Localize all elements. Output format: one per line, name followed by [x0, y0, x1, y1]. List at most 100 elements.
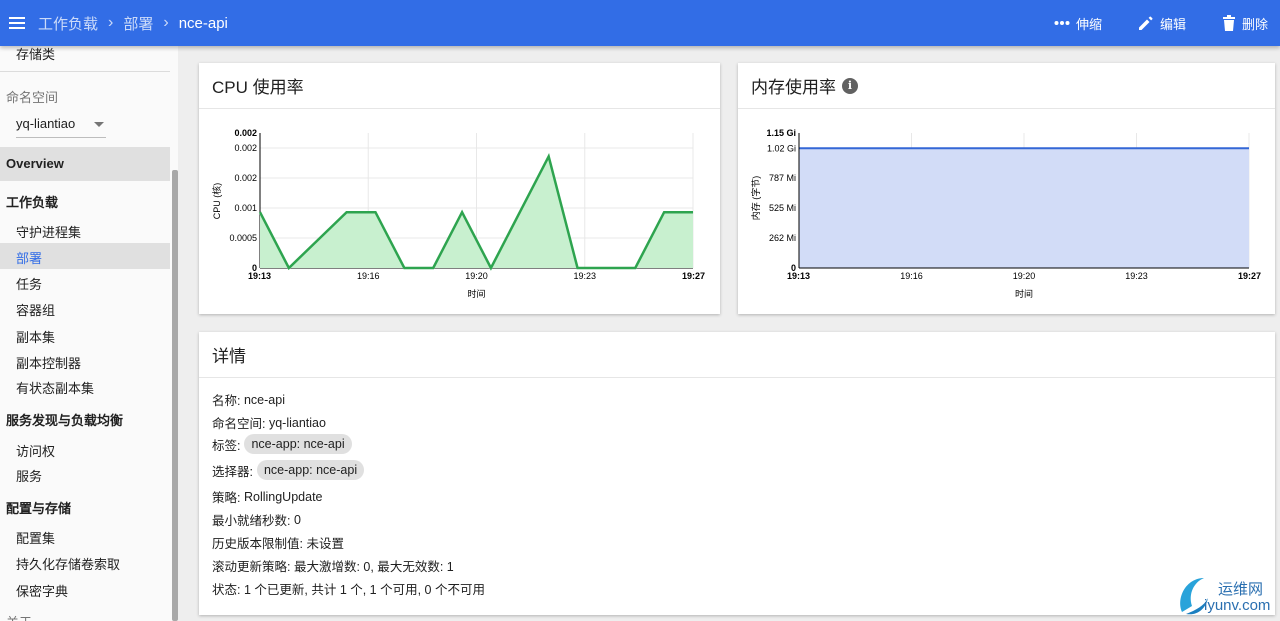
detail-status-row: 状态: 1 个已更新, 共计 1 个, 1 个可用, 0 个不可用 — [212, 579, 485, 598]
edit-button[interactable]: 编辑 — [1138, 14, 1186, 33]
sidebar-item-configmaps[interactable]: 配置集 — [16, 528, 55, 547]
x-axis-label: 时间 — [1015, 288, 1033, 299]
y-tick-label: 0.002 — [234, 173, 257, 183]
memory-card-title: 内存使用率 i — [738, 63, 1275, 109]
y-tick-label: 0.002 — [234, 143, 257, 153]
detail-selector-row: 选择器: nce-app: nce-api — [212, 460, 365, 480]
detail-rolling-row: 滚动更新策略: 最大激增数: 0, 最大无效数: 1 — [212, 556, 454, 575]
sidebar-header-about[interactable]: 关于 — [6, 612, 32, 621]
memory-usage-chart: 0262 Mi525 Mi787 Mi1.02 Gi1.15 Gi19:13 19… — [750, 128, 1261, 299]
more-horiz-icon — [1054, 21, 1070, 25]
details-card-title: 详情 — [199, 332, 1275, 378]
y-tick-label: 0.002 — [234, 128, 257, 138]
y-axis-label: CPU (核) — [211, 183, 222, 220]
y-axis-label: 内存 (字节) — [750, 176, 761, 221]
detail-min-ready-label: 最小就绪秒数: — [212, 514, 291, 528]
detail-status-value: 1 个已更新, 共计 1 个, 1 个可用, 0 个不可用 — [243, 583, 485, 597]
sidebar-header-config[interactable]: 配置与存储 — [6, 498, 71, 517]
edit-label: 编辑 — [1159, 16, 1186, 32]
y-tick-label: 525 Mi — [769, 203, 796, 213]
detail-rolling-label: 滚动更新策略: — [212, 560, 291, 574]
caret-down-icon — [94, 122, 104, 127]
detail-namespace-label: 命名空间: — [212, 417, 266, 431]
x-tick-label: 19:16 — [357, 271, 380, 281]
namespace-value: yq-liantiao — [16, 116, 76, 131]
details-title-text: 详情 — [212, 347, 246, 366]
watermark-logo: 运维网 iyunv.com — [1176, 570, 1276, 618]
breadcrumb: 工作负载 › 部署 › nce-api — [38, 13, 228, 34]
sidebar-item-deployments[interactable]: 部署 — [16, 248, 42, 267]
sidebar-item-storage-class[interactable]: 存储类 — [16, 46, 55, 63]
x-tick-label: 19:20 — [1013, 271, 1036, 281]
sidebar-item-daemonsets[interactable]: 守护进程集 — [16, 222, 81, 241]
watermark-text-en: iyunv.com — [1204, 597, 1271, 614]
detail-namespace-row: 命名空间: yq-liantiao — [212, 413, 326, 432]
x-axis-label: 时间 — [467, 288, 485, 299]
cpu-card-title-text: CPU 使用率 — [212, 78, 304, 97]
sidebar-header-workloads[interactable]: 工作负载 — [6, 192, 58, 211]
scale-button[interactable]: 伸缩 — [1054, 14, 1102, 33]
x-tick-label: 19:27 — [682, 271, 705, 281]
cpu-usage-card: CPU 使用率 0 0.0005 0.001 0.002 0.002 0.002 19:13… — [199, 63, 720, 314]
series-area — [799, 148, 1249, 268]
sidebar-divider — [0, 71, 170, 72]
detail-rolling-value: 最大激增数: 0, 最大无效数: 1 — [293, 560, 454, 574]
x-tick-label: 19:20 — [465, 271, 488, 281]
detail-history-value: 未设置 — [306, 537, 344, 551]
namespace-select[interactable]: yq-liantiao — [16, 116, 106, 138]
detail-history-label: 历史版本限制值: — [212, 537, 303, 551]
x-tick-label: 19:13 — [248, 271, 271, 281]
memory-usage-card: 内存使用率 i 0 262 Mi 525 Mi 787 Mi 1.02 Gi 1.15 G… — [738, 63, 1275, 314]
sidebar-item-pvcs[interactable]: 持久化存储卷索取 — [16, 554, 120, 573]
breadcrumb-current: nce-api — [178, 14, 228, 32]
cpu-card-title: CPU 使用率 — [199, 63, 720, 109]
detail-labels-label: 标签: — [212, 438, 241, 453]
x-tick-label: 19:27 — [1238, 271, 1261, 281]
sidebar-item-jobs[interactable]: 任务 — [16, 274, 42, 293]
sidebar: 存储类 命名空间 yq-liantiao Overview 工作负载 守护进程集… — [0, 46, 178, 621]
watermark-text-cn: 运维网 — [1218, 581, 1264, 598]
y-tick-label: 787 Mi — [769, 173, 796, 183]
details-card: 详情 名称: nce-api 命名空间: yq-liantiao 标签: nce-… — [199, 332, 1275, 615]
detail-strategy-label: 策略: — [212, 491, 241, 505]
selector-chip: nce-app: nce-api — [256, 460, 365, 480]
toolbar-actions: 伸缩 编辑 删除 — [1018, 14, 1268, 33]
sidebar-item-overview[interactable]: Overview — [0, 147, 170, 181]
sidebar-item-replicasets[interactable]: 副本集 — [16, 327, 55, 346]
scale-label: 伸缩 — [1075, 16, 1102, 32]
detail-name-value: nce-api — [243, 392, 285, 407]
top-app-bar: 工作负载 › 部署 › nce-api 伸缩 编辑 删除 — [0, 0, 1280, 46]
cpu-usage-chart: 00.00050.0010.0020.0020.00219:13 19:16 19:… — [211, 128, 705, 299]
sidebar-item-ingress[interactable]: 访问权 — [16, 441, 55, 460]
delete-button[interactable]: 删除 — [1222, 14, 1268, 33]
y-tick-label: 0.001 — [234, 203, 257, 213]
sidebar-item-replication-controllers[interactable]: 副本控制器 — [16, 353, 81, 372]
info-icon[interactable]: i — [842, 77, 858, 94]
breadcrumb-deployments[interactable]: 部署 — [123, 13, 153, 34]
sidebar-item-pods[interactable]: 容器组 — [16, 300, 55, 319]
memory-card-title-text: 内存使用率 — [751, 78, 836, 97]
sidebar-scrollbar[interactable] — [172, 170, 178, 621]
detail-status-label: 状态: — [212, 583, 241, 597]
detail-min-ready-value: 0 — [293, 512, 301, 527]
x-tick-label: 19:23 — [573, 271, 596, 281]
menu-icon[interactable] — [2, 0, 32, 46]
detail-history-row: 历史版本限制值: 未设置 — [212, 533, 344, 552]
chevron-right-icon: › — [163, 14, 169, 31]
chevron-right-icon: › — [108, 14, 114, 31]
detail-name-label: 名称: — [212, 394, 241, 408]
detail-name-row: 名称: nce-api — [212, 390, 285, 409]
sidebar-item-services[interactable]: 服务 — [16, 466, 42, 485]
x-tick-label: 19:23 — [1125, 271, 1148, 281]
y-tick-label: 1.15 Gi — [766, 128, 796, 138]
breadcrumb-workloads[interactable]: 工作负载 — [38, 13, 98, 34]
detail-labels-row: 标签: nce-app: nce-api — [212, 434, 352, 454]
sidebar-item-statefulsets[interactable]: 有状态副本集 — [16, 378, 94, 397]
y-tick-label: 1.02 Gi — [767, 143, 796, 153]
sidebar-header-discovery[interactable]: 服务发现与负载均衡 — [6, 410, 123, 429]
namespace-label: 命名空间 — [6, 90, 59, 105]
sidebar-item-secrets[interactable]: 保密字典 — [16, 581, 68, 600]
label-chip: nce-app: nce-api — [244, 434, 352, 454]
detail-strategy-value: RollingUpdate — [243, 489, 323, 504]
x-tick-label: 19:13 — [787, 271, 810, 281]
